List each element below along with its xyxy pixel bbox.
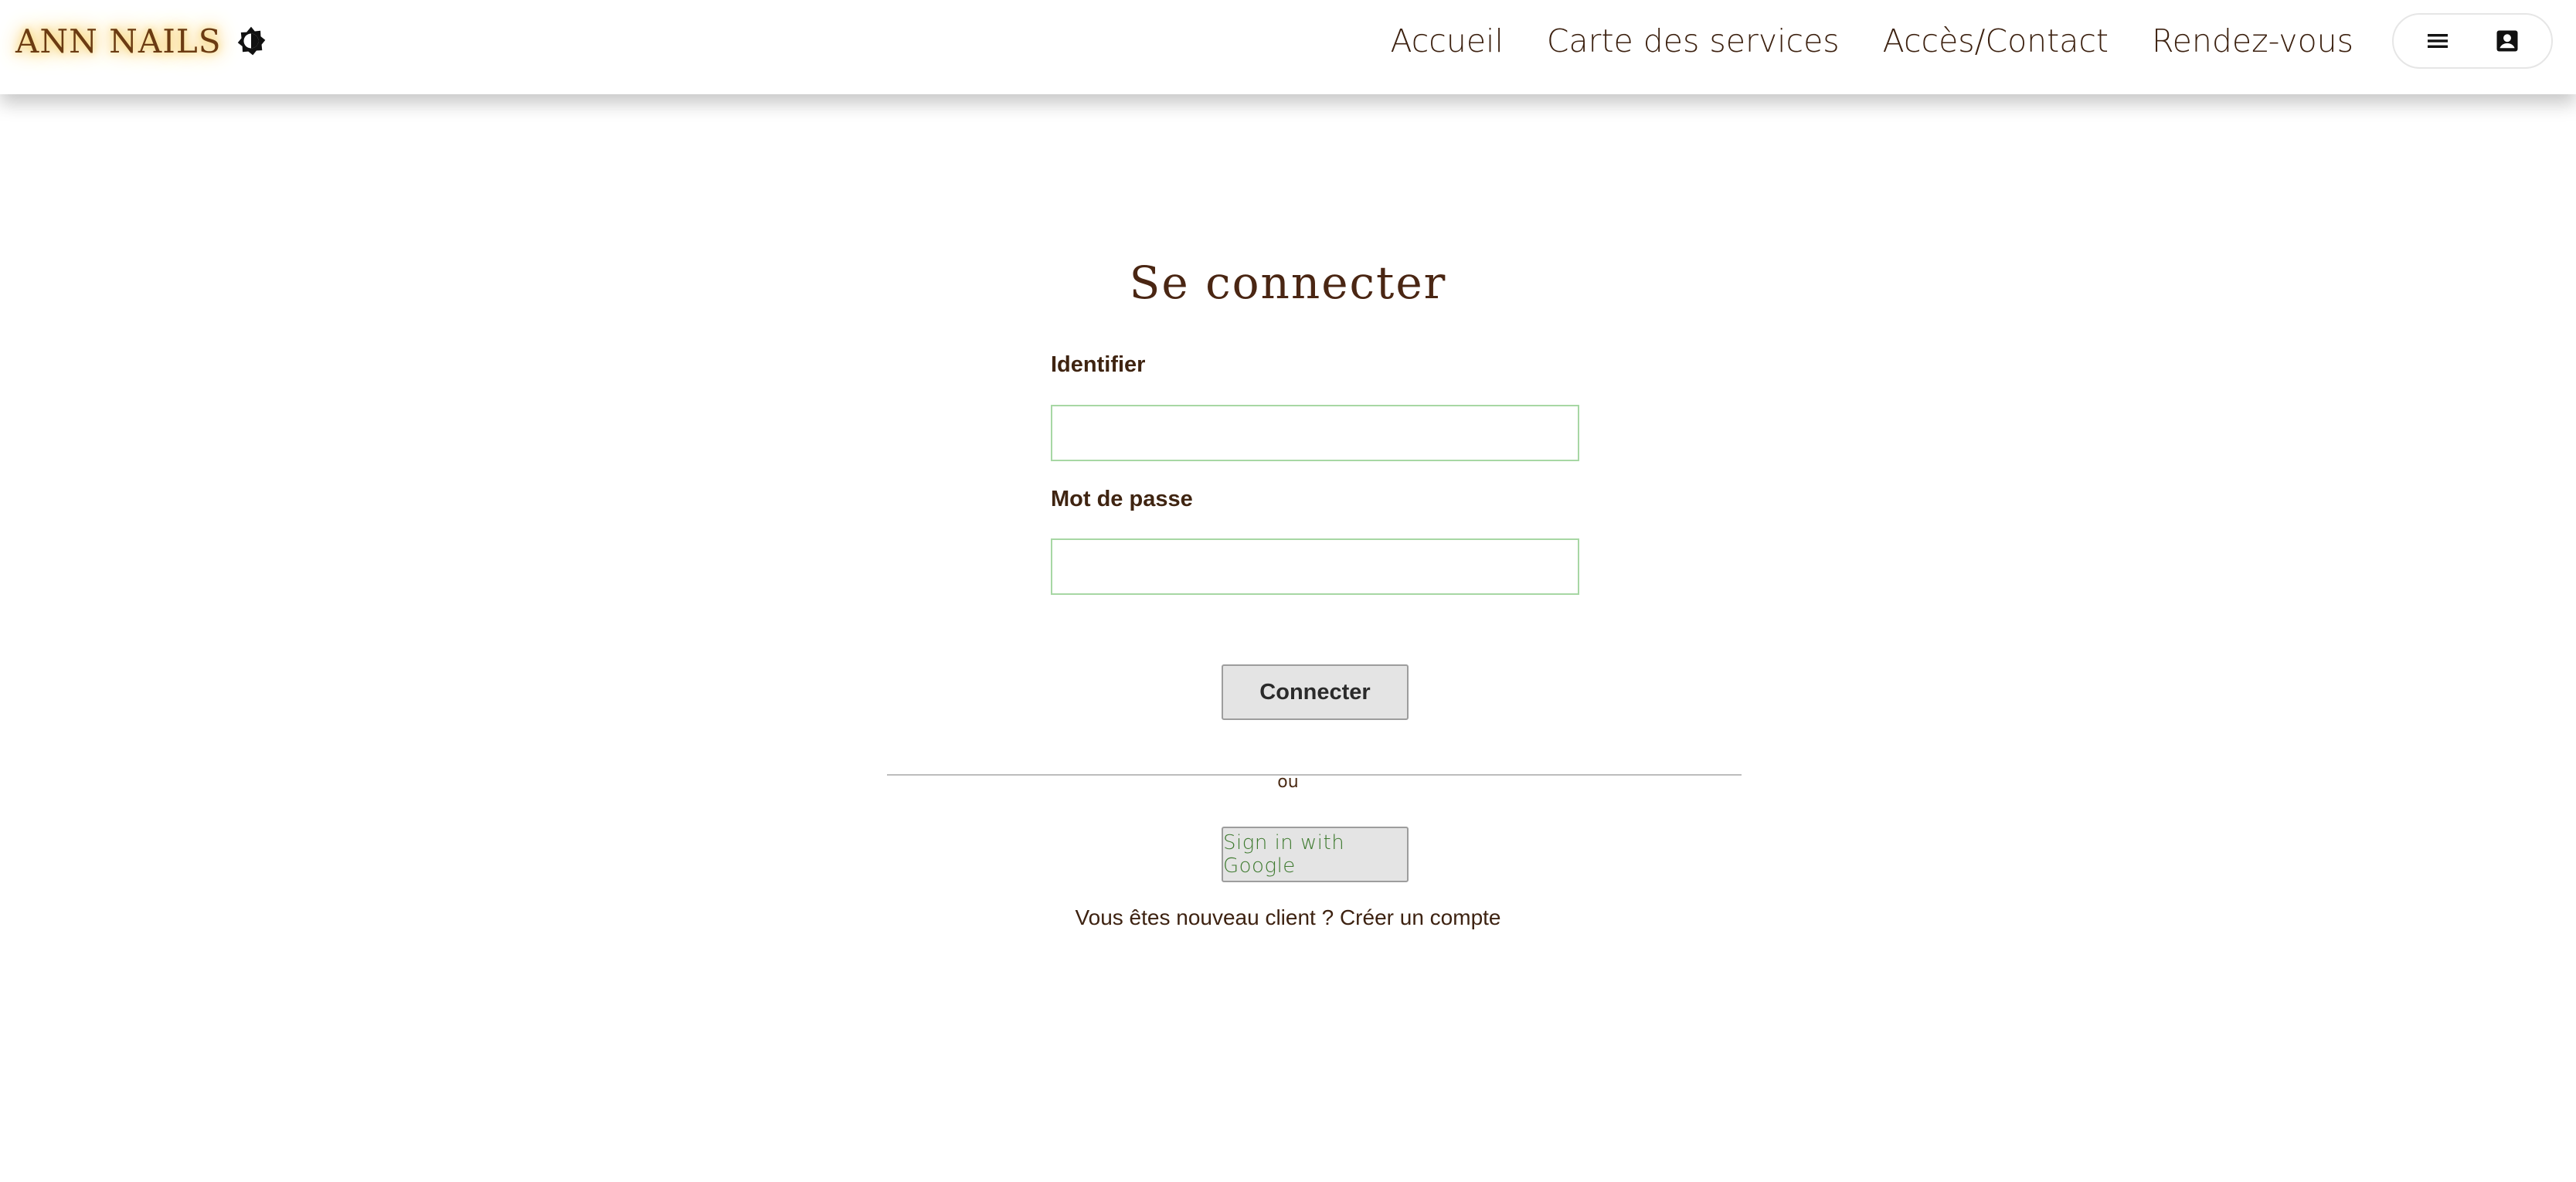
create-account-link[interactable]: Créer un compte [1340, 905, 1501, 929]
identifier-label: Identifier [1051, 352, 1146, 377]
account-box-icon [2492, 25, 2523, 56]
connect-button[interactable]: Connecter [1222, 664, 1409, 720]
brand-name[interactable]: ANN NAILS [15, 22, 222, 60]
contrast-icon[interactable] [233, 22, 270, 59]
password-label: Mot de passe [1051, 487, 1193, 511]
page-title: Se connecter [1129, 256, 1447, 309]
login-page: Se connecter Identifier Mot de passe Con… [0, 94, 2576, 1182]
nav-carte-des-services[interactable]: Carte des services [1547, 22, 1840, 59]
nav-acces-contact[interactable]: Accès/Contact [1883, 22, 2109, 59]
google-signin-button[interactable]: Sign in with Google [1222, 827, 1409, 882]
signup-prompt: Vous êtes nouveau client ? Créer un comp… [0, 905, 2576, 930]
nav-rendez-vous[interactable]: Rendez-vous [2152, 22, 2353, 59]
nav-accueil[interactable]: Accueil [1390, 22, 1503, 59]
password-input[interactable] [1051, 538, 1579, 595]
new-client-text: Vous êtes nouveau client ? [1075, 905, 1334, 929]
identifier-input[interactable] [1051, 405, 1579, 461]
user-menu-button[interactable] [2392, 13, 2553, 69]
or-separator: ou [1277, 773, 1299, 792]
site-header: ANN NAILS Accueil Carte des services Acc… [0, 0, 2576, 94]
hamburger-menu-icon [2422, 25, 2453, 56]
main-nav: Accueil Carte des services Accès/Contact… [1390, 14, 2353, 68]
brand: ANN NAILS [15, 14, 270, 68]
